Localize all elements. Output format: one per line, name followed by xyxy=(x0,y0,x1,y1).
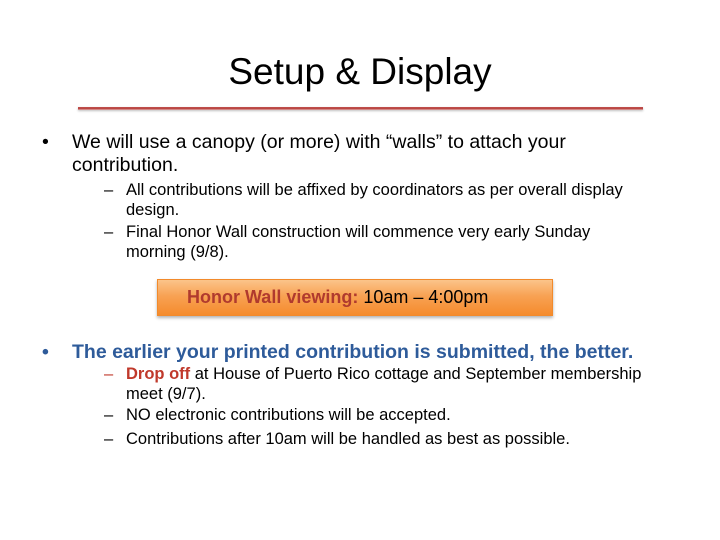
dash-marker: – xyxy=(104,406,114,424)
drop-off-highlight: Drop off xyxy=(126,365,191,383)
dash-marker: – xyxy=(104,365,114,383)
sub-item-text: Contributions after 10am will be handled… xyxy=(126,430,570,448)
sub-item-line-rest: at House of Puerto Rico cottage and Sept… xyxy=(190,365,642,383)
bullet-marker: • xyxy=(42,341,49,363)
slide-title: Setup & Display xyxy=(228,51,492,92)
sub-item-line: Drop off at House of Puerto Rico cottage… xyxy=(126,365,686,385)
sub-item-line: design. xyxy=(126,200,180,219)
sub-item-line: Final Honor Wall construction will comme… xyxy=(126,223,591,241)
slide: Setup & Display • We will use a canopy (… xyxy=(0,0,720,540)
dash-marker: – xyxy=(104,181,114,199)
honor-wall-viewing-callout: Honor Wall viewing: 10am – 4:00pm xyxy=(157,279,553,316)
bullet-text: The earlier your printed contribution is… xyxy=(72,341,634,363)
sub-item-line: meet (9/7). xyxy=(126,384,206,403)
sub-item-text: All contributions will be affixed by coo… xyxy=(126,181,686,220)
dash-marker: – xyxy=(104,223,114,241)
callout-label: Honor Wall viewing: xyxy=(187,287,359,307)
sub-item-text: Drop off at House of Puerto Rico cottage… xyxy=(126,365,686,404)
bullet-text: We will use a canopy (or more) with “wal… xyxy=(72,131,682,177)
dash-marker: – xyxy=(104,430,114,448)
sub-item-text: NO electronic contributions will be acce… xyxy=(126,406,451,424)
sub-item-line: All contributions will be affixed by coo… xyxy=(126,181,623,199)
bullet-text-line: We will use a canopy (or more) with “wal… xyxy=(72,131,566,153)
title-underline xyxy=(78,107,643,110)
sub-item-line: morning (9/8). xyxy=(126,242,229,261)
bullet-text-line: contribution. xyxy=(72,154,179,176)
callout-value: 10am – 4:00pm xyxy=(358,287,489,307)
bullet-marker: • xyxy=(42,131,49,153)
sub-item-text: Final Honor Wall construction will comme… xyxy=(126,223,686,262)
